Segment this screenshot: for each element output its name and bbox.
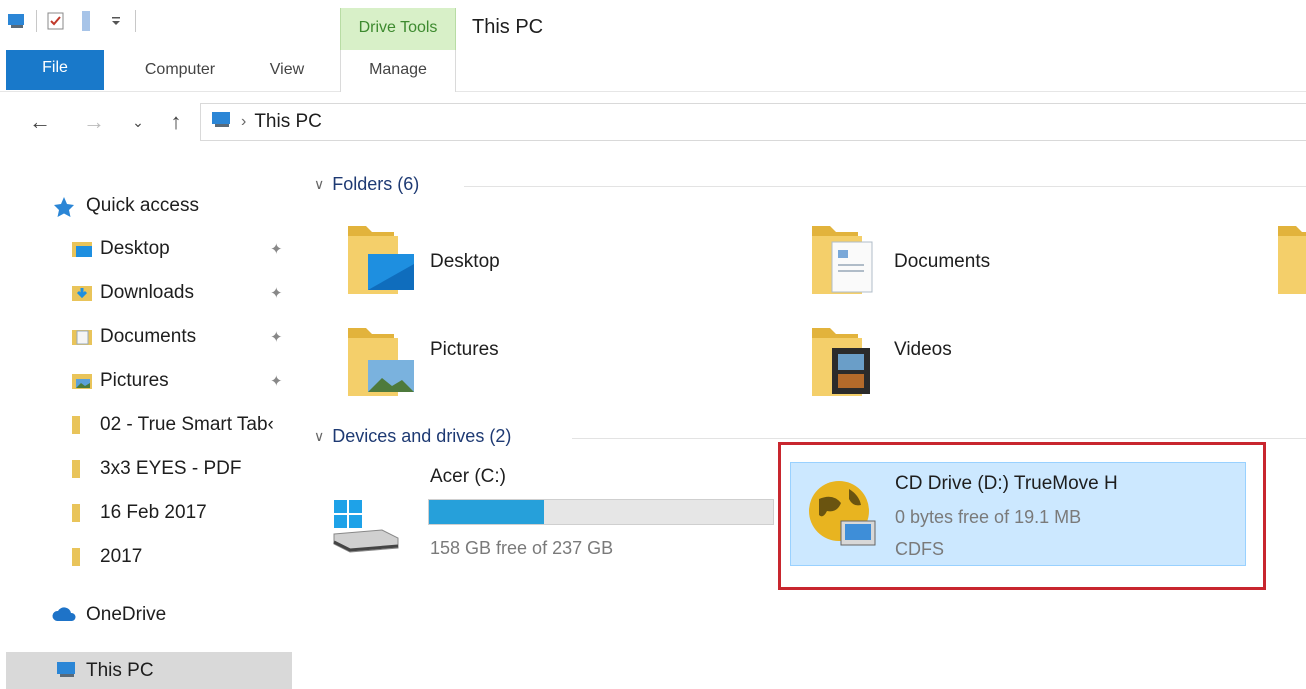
sidebar-item-this-pc[interactable]: This PC [6,652,292,689]
sidebar-item-label: Desktop [100,238,170,259]
tab-computer[interactable]: Computer [128,50,232,92]
sidebar-item-documents[interactable]: Documents ✦ [0,317,295,357]
drive-usage-fill [429,500,544,524]
sidebar-item-label: Quick access [86,195,199,216]
drive-name: Acer (C:) [430,466,506,487]
sidebar-item-desktop[interactable]: Desktop ✦ [0,229,295,269]
sidebar-item-label: OneDrive [86,604,167,625]
forward-icon[interactable]: → [80,108,108,136]
properties-icon[interactable] [45,10,67,32]
recent-locations-icon[interactable]: ⌄ [124,108,152,136]
sidebar-item-label: Pictures [100,370,169,391]
window-title: This PC [472,16,544,38]
up-icon[interactable]: ↑ [162,108,190,136]
content-pane: ∨ Folders (6) Desktop Documents Pictures… [296,150,1306,689]
documents-folder-icon [70,325,94,349]
folder-name: Documents [894,250,991,272]
folders-group-title: Folders (6) [332,174,420,194]
back-icon[interactable]: ← [26,108,54,136]
drive-free-space: 158 GB free of 237 GB [430,538,614,558]
this-pc-icon [6,10,28,32]
drive-tools-context-tab[interactable]: Drive Tools [340,8,456,50]
drive-tile-c[interactable]: Acer (C:) 158 GB free of 237 GB [332,466,782,566]
folder-icon [70,545,94,569]
breadcrumb-separator-icon[interactable]: › [241,113,246,131]
folder-icon [70,457,94,481]
pin-icon[interactable]: ✦ [270,328,283,346]
annotation-highlight-box [778,442,1266,590]
folder-name: Pictures [430,338,499,360]
chevron-down-icon: ∨ [314,176,325,192]
sidebar-item-label: 16 Feb 2017 [100,502,207,523]
folder-tile-videos[interactable]: Videos [810,322,952,405]
folder-tile-documents[interactable]: Documents [810,220,990,303]
sidebar-item-folder[interactable]: 16 Feb 2017 [0,493,295,533]
pin-icon[interactable]: ✦ [270,240,283,258]
this-pc-icon [209,109,235,136]
navigation-pane: Quick access Desktop ✦ Downloads ✦ Docum… [0,170,295,689]
tab-file[interactable]: File [6,50,104,90]
tab-view[interactable]: View [256,50,318,92]
star-icon [52,195,76,219]
breadcrumb-this-pc[interactable]: This PC [254,111,322,133]
videos-folder-icon [810,322,880,405]
sidebar-item-onedrive[interactable]: OneDrive [0,595,295,635]
pin-icon[interactable]: ✦ [270,284,283,302]
pictures-folder-icon [346,322,416,405]
pin-icon[interactable]: ✦ [270,372,283,390]
pictures-folder-icon [70,369,94,393]
desktop-folder-icon [70,237,94,261]
folder-tile-partial[interactable] [1276,220,1306,303]
quick-access-toolbar [6,10,136,32]
toolbar-separator [135,10,136,32]
drive-usage-bar [428,499,774,525]
group-divider [572,438,1306,439]
chevron-down-icon: ∨ [314,428,325,444]
folder-name: Videos [894,338,952,360]
devices-group-title: Devices and drives (2) [332,426,512,446]
navigation-bar: ← → ⌄ ↑ › This PC [0,98,1306,148]
new-folder-icon[interactable] [75,10,97,32]
devices-group-header[interactable]: ∨ Devices and drives (2) [314,426,511,447]
windows-drive-icon [332,500,400,559]
sidebar-item-folder[interactable]: 3x3 EYES - PDF [0,449,295,489]
cloud-icon [52,603,76,627]
documents-folder-icon [810,220,880,303]
sidebar-item-label: 2017 [100,546,143,567]
folder-icon [1276,220,1306,303]
sidebar-item-label: This PC [86,659,154,681]
this-pc-icon [54,659,78,683]
sidebar-item-label: Documents [100,326,197,347]
toolbar-separator [36,10,37,32]
sidebar-item-folder[interactable]: 2017 [0,537,295,577]
folder-name: Desktop [430,250,500,272]
folder-tile-desktop[interactable]: Desktop [346,220,500,303]
folder-tile-pictures[interactable]: Pictures [346,322,499,405]
sidebar-item-quick-access[interactable]: Quick access [0,186,295,226]
desktop-folder-icon [346,220,416,303]
customize-toolbar-icon[interactable] [105,10,127,32]
sidebar-item-folder[interactable]: 02 - True Smart Tab‹ [0,405,295,445]
sidebar-item-label: 3x3 EYES - PDF [100,458,242,479]
title-bar: Drive Tools This PC [0,0,1306,50]
sidebar-item-pictures[interactable]: Pictures ✦ [0,361,295,401]
tab-manage[interactable]: Manage [340,50,456,92]
ribbon-tabs: File Computer View Manage [0,50,1306,92]
sidebar-item-label: Downloads [100,282,194,303]
group-divider [464,186,1306,187]
folders-group-header[interactable]: ∨ Folders (6) [314,174,419,195]
downloads-folder-icon [70,281,94,305]
address-bar[interactable]: › This PC [200,103,1306,141]
folder-icon [70,501,94,525]
folder-icon [70,413,94,437]
sidebar-item-label: 02 - True Smart Tab‹ [100,414,274,435]
sidebar-item-downloads[interactable]: Downloads ✦ [0,273,295,313]
